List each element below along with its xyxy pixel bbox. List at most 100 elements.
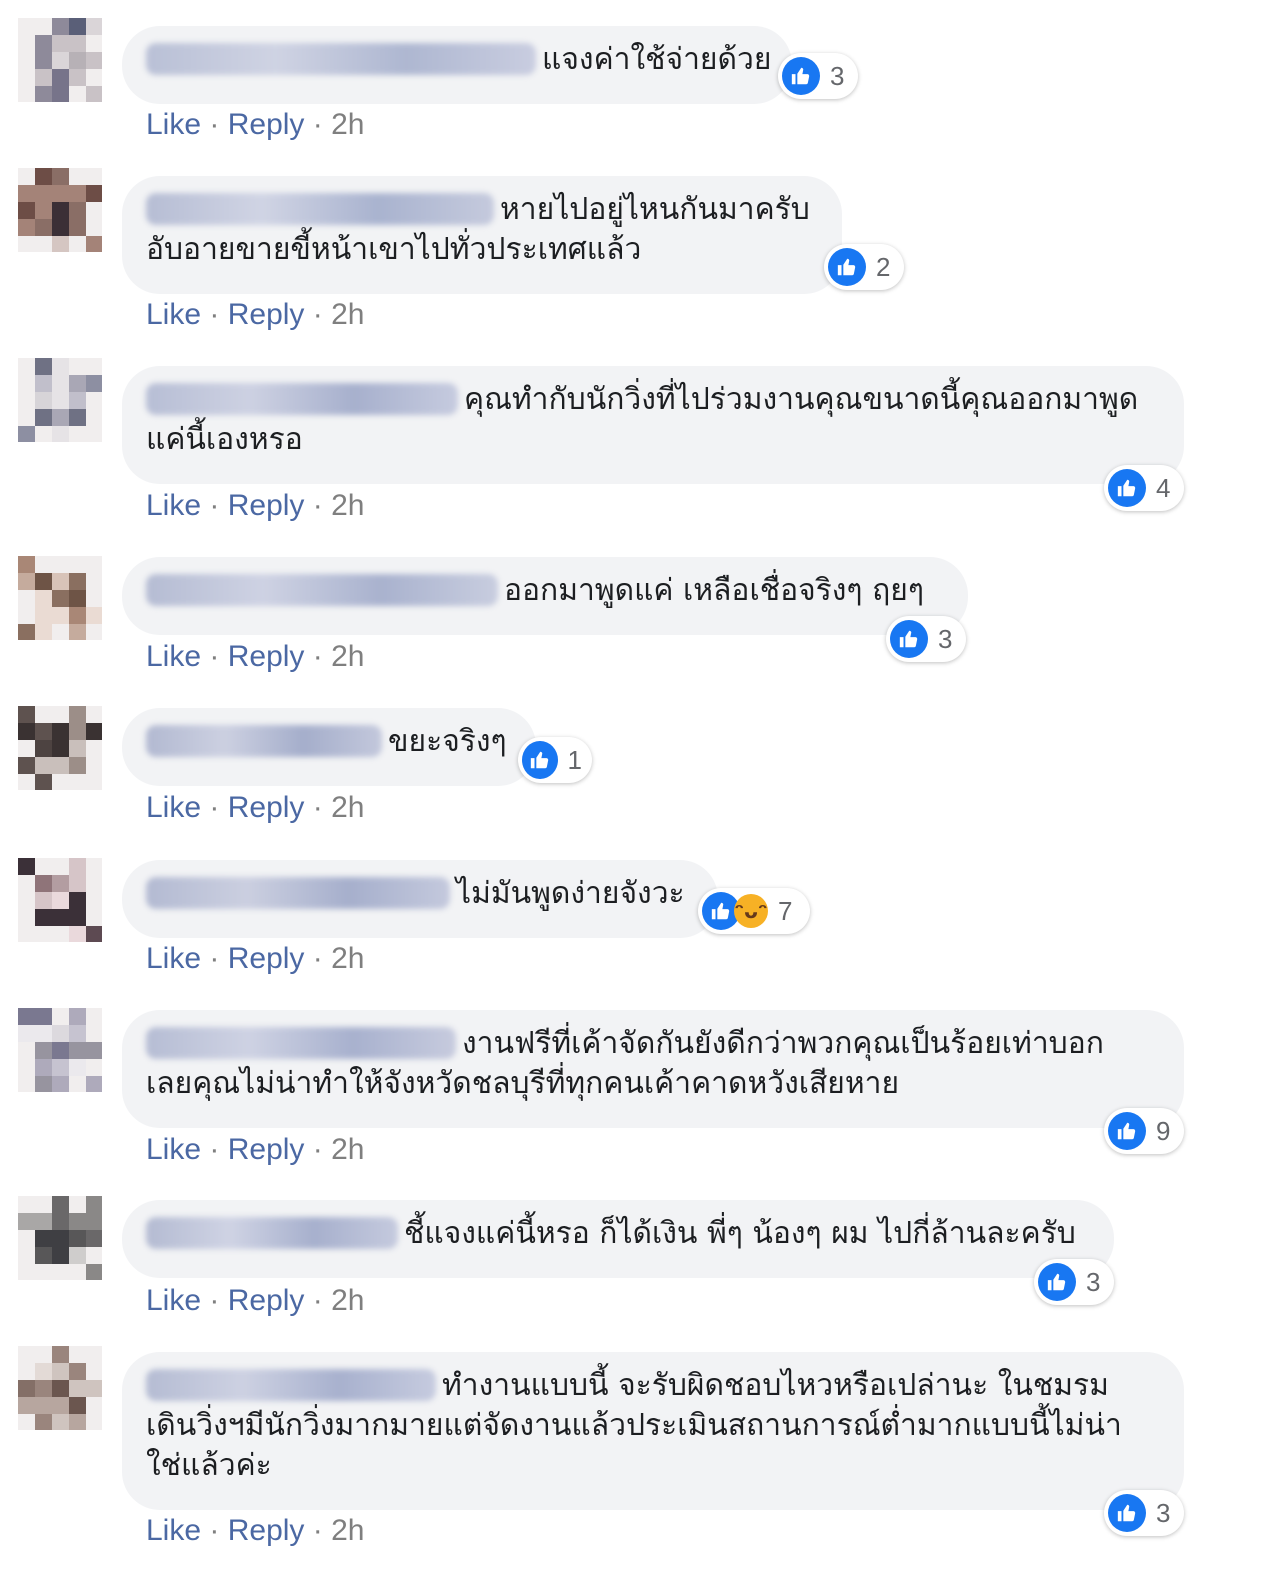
reply-link[interactable]: Reply xyxy=(228,942,305,975)
commenter-name[interactable] xyxy=(146,877,450,909)
comment-actions: Like · Reply · 2h xyxy=(146,791,365,824)
reaction-count: 9 xyxy=(1156,1115,1171,1146)
commenter-name[interactable] xyxy=(146,725,382,757)
timestamp[interactable]: 2h xyxy=(331,1284,364,1317)
like-icon xyxy=(1038,1263,1076,1301)
avatar[interactable] xyxy=(18,18,102,102)
comment-bubble: คุณทำกับนักวิ่งที่ไปร่วมงานคุณขนาดนี้คุณ… xyxy=(122,366,1184,484)
reaction-summary[interactable]: 3 xyxy=(1104,1490,1184,1536)
timestamp[interactable]: 2h xyxy=(331,1133,364,1166)
comment-text-line: แจงค่าใช้จ่ายด้วย xyxy=(542,42,772,77)
like-icon xyxy=(1108,1494,1146,1532)
commenter-name[interactable] xyxy=(146,43,536,75)
like-icon xyxy=(1108,1112,1146,1150)
comment-text-line: อับอายขายขี้หน้าเขาไปทั่วประเทศแล้ว xyxy=(146,232,642,267)
comment-text-line: ออกมาพูดแค่ เหลือเชื่อจริงๆ ฤยๆ xyxy=(504,573,924,608)
comment-text-line: แค่นี้เองหรอ xyxy=(146,422,303,457)
timestamp[interactable]: 2h xyxy=(331,489,364,522)
commenter-name[interactable] xyxy=(146,574,498,606)
comment-text-line: ทำงานแบบนี้ จะรับผิดชอบไหวหรือเปล่านะ ใน… xyxy=(442,1368,1109,1403)
reaction-summary[interactable]: 3 xyxy=(1034,1259,1114,1305)
reaction-summary[interactable]: ᵔᴗᵔ 7 xyxy=(698,888,810,934)
timestamp[interactable]: 2h xyxy=(331,298,364,331)
commenter-name[interactable] xyxy=(146,193,494,225)
reaction-count: 2 xyxy=(876,251,891,282)
avatar[interactable] xyxy=(18,358,102,442)
comment-text-line: ใช่แล้วค่ะ xyxy=(146,1448,272,1483)
comment-actions: Like · Reply · 2h xyxy=(146,640,365,673)
comment-bubble: ชี้แจงแค่นี้หรอ ก็ได้เงิน พี่ๆ น้องๆ ผม … xyxy=(122,1200,1114,1278)
comment-bubble: หายไปอยู่ไหนกันมาครับ อับอายขายขี้หน้าเข… xyxy=(122,176,842,294)
avatar[interactable] xyxy=(18,706,102,790)
reaction-count: 3 xyxy=(830,60,845,91)
comment-text-line: หายไปอยู่ไหนกันมาครับ xyxy=(500,192,810,227)
reaction-count: 1 xyxy=(567,744,582,775)
like-link[interactable]: Like xyxy=(146,1133,201,1166)
reply-link[interactable]: Reply xyxy=(228,791,305,824)
like-link[interactable]: Like xyxy=(146,1514,201,1547)
commenter-name[interactable] xyxy=(146,1027,456,1059)
reply-link[interactable]: Reply xyxy=(228,640,305,673)
comment-bubble: ขยะจริงๆ xyxy=(122,708,536,786)
reaction-count: 3 xyxy=(938,623,953,654)
reaction-summary[interactable]: 2 xyxy=(824,244,904,290)
commenter-name[interactable] xyxy=(146,1369,436,1401)
like-link[interactable]: Like xyxy=(146,791,201,824)
reaction-summary[interactable]: 1 xyxy=(518,737,592,783)
timestamp[interactable]: 2h xyxy=(331,108,364,141)
comment-bubble: ออกมาพูดแค่ เหลือเชื่อจริงๆ ฤยๆ xyxy=(122,557,968,635)
timestamp[interactable]: 2h xyxy=(331,640,364,673)
like-icon xyxy=(890,620,928,658)
comment-text-line: งานฟรีที่เค้าจัดกันยังดีกว่าพวกคุณเป็นร้… xyxy=(462,1026,1104,1061)
timestamp[interactable]: 2h xyxy=(331,1514,364,1547)
reaction-count: 3 xyxy=(1086,1266,1101,1297)
haha-icon: ᵔᴗᵔ xyxy=(734,894,768,928)
avatar[interactable] xyxy=(18,858,102,942)
like-icon xyxy=(782,57,820,95)
like-link[interactable]: Like xyxy=(146,1284,201,1317)
reply-link[interactable]: Reply xyxy=(228,108,305,141)
like-link[interactable]: Like xyxy=(146,942,201,975)
reaction-summary[interactable]: 4 xyxy=(1104,465,1184,511)
reaction-count: 3 xyxy=(1156,1497,1171,1528)
reply-link[interactable]: Reply xyxy=(228,1133,305,1166)
comment-text-line: คุณทำกับนักวิ่งที่ไปร่วมงานคุณขนาดนี้คุณ… xyxy=(464,382,1139,417)
commenter-name[interactable] xyxy=(146,1217,398,1249)
comment-actions: Like · Reply · 2h xyxy=(146,1514,365,1547)
reaction-summary[interactable]: 3 xyxy=(886,616,966,662)
timestamp[interactable]: 2h xyxy=(331,791,364,824)
avatar[interactable] xyxy=(18,556,102,640)
comment-text-line: ชี้แจงแค่นี้หรอ ก็ได้เงิน พี่ๆ น้องๆ ผม … xyxy=(404,1216,1076,1251)
reply-link[interactable]: Reply xyxy=(228,489,305,522)
comment-bubble: ไม่มันพูดง่ายจังวะ xyxy=(122,860,718,938)
timestamp[interactable]: 2h xyxy=(331,942,364,975)
comment-bubble: งานฟรีที่เค้าจัดกันยังดีกว่าพวกคุณเป็นร้… xyxy=(122,1010,1184,1128)
like-icon xyxy=(522,741,558,779)
like-link[interactable]: Like xyxy=(146,489,201,522)
comment-actions: Like · Reply · 2h xyxy=(146,108,365,141)
avatar[interactable] xyxy=(18,1196,102,1280)
commenter-name[interactable] xyxy=(146,383,458,415)
comment-bubble: ทำงานแบบนี้ จะรับผิดชอบไหวหรือเปล่านะ ใน… xyxy=(122,1352,1184,1510)
avatar[interactable] xyxy=(18,1008,102,1092)
reply-link[interactable]: Reply xyxy=(228,298,305,331)
comment-text-line: ไม่มันพูดง่ายจังวะ xyxy=(456,876,685,911)
reaction-count: 7 xyxy=(778,895,793,926)
comment-actions: Like · Reply · 2h xyxy=(146,489,365,522)
comment-text-line: เลยคุณไม่น่าทำให้จังหวัดชลบุรีที่ทุกคนเค… xyxy=(146,1066,900,1101)
like-icon xyxy=(1108,469,1146,507)
comment-text-line: เดินวิ่งฯมีนักวิ่งมากมายแต่จัดงานแล้วประ… xyxy=(146,1408,1122,1443)
like-link[interactable]: Like xyxy=(146,640,201,673)
reply-link[interactable]: Reply xyxy=(228,1514,305,1547)
avatar[interactable] xyxy=(18,168,102,252)
reaction-summary[interactable]: 3 xyxy=(778,53,858,99)
like-link[interactable]: Like xyxy=(146,108,201,141)
like-icon xyxy=(828,248,866,286)
reply-link[interactable]: Reply xyxy=(228,1284,305,1317)
comment-actions: Like · Reply · 2h xyxy=(146,298,365,331)
comment-bubble: แจงค่าใช้จ่ายด้วย xyxy=(122,26,792,104)
like-link[interactable]: Like xyxy=(146,298,201,331)
avatar[interactable] xyxy=(18,1346,102,1430)
comment-actions: Like · Reply · 2h xyxy=(146,1284,365,1317)
reaction-summary[interactable]: 9 xyxy=(1104,1108,1184,1154)
